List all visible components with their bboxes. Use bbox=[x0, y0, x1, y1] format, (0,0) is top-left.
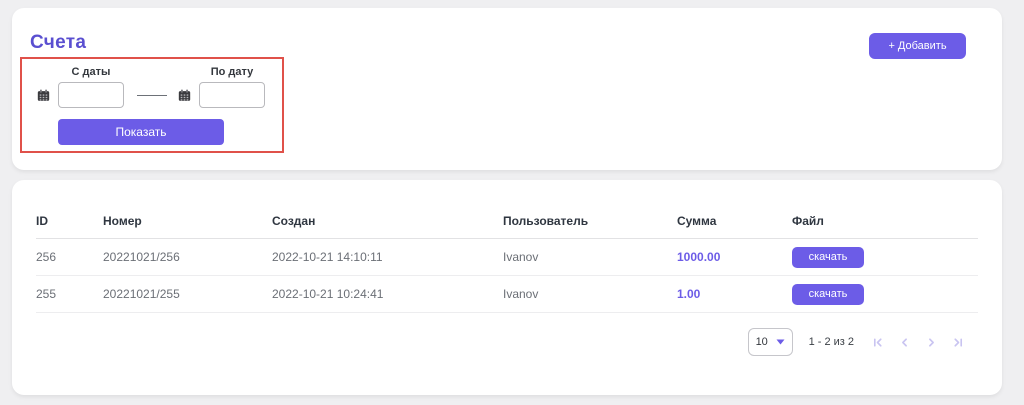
cell-created: 2022-10-21 10:24:41 bbox=[272, 276, 503, 313]
cell-user: Ivanov bbox=[503, 276, 677, 313]
pagination-range-text: 1 - 2 из 2 bbox=[809, 336, 854, 348]
column-header-amount: Сумма bbox=[677, 208, 792, 239]
download-button[interactable]: скачать bbox=[792, 284, 864, 305]
table-header-row: ID Номер Создан Пользователь Сумма Файл bbox=[36, 208, 978, 239]
date-from-label: С даты bbox=[58, 66, 124, 78]
cell-amount: 1000.00 bbox=[677, 239, 792, 276]
column-header-number: Номер bbox=[103, 208, 272, 239]
page-size-value: 10 bbox=[756, 336, 768, 348]
date-from-input[interactable] bbox=[58, 82, 124, 108]
invoices-header-card: Счета + Добавить С даты По дату bbox=[12, 8, 1002, 170]
date-to-input[interactable] bbox=[199, 82, 265, 108]
table-row: 256 20221021/256 2022-10-21 14:10:11 Iva… bbox=[36, 239, 978, 276]
show-button[interactable]: Показать bbox=[58, 119, 224, 145]
page-title: Счета bbox=[30, 32, 86, 54]
invoices-table: ID Номер Создан Пользователь Сумма Файл … bbox=[12, 180, 1002, 313]
pagination: 10 1 - 2 из 2 bbox=[748, 328, 972, 356]
cell-id: 255 bbox=[36, 276, 103, 313]
cell-created: 2022-10-21 14:10:11 bbox=[272, 239, 503, 276]
last-page-icon[interactable] bbox=[945, 330, 972, 354]
first-page-icon[interactable] bbox=[864, 330, 891, 354]
calendar-icon[interactable] bbox=[37, 89, 50, 102]
column-header-id: ID bbox=[36, 208, 103, 239]
cell-number: 20221021/255 bbox=[103, 276, 272, 313]
cell-amount: 1.00 bbox=[677, 276, 792, 313]
cell-id: 256 bbox=[36, 239, 103, 276]
invoices-table-card: ID Номер Создан Пользователь Сумма Файл … bbox=[12, 180, 1002, 395]
add-invoice-button[interactable]: + Добавить bbox=[869, 33, 966, 59]
date-range-dash bbox=[137, 95, 167, 96]
table-row: 255 20221021/255 2022-10-21 10:24:41 Iva… bbox=[36, 276, 978, 313]
previous-page-icon[interactable] bbox=[891, 330, 918, 354]
date-filter-highlight-box: С даты По дату Показать bbox=[20, 57, 284, 153]
cell-user: Ivanov bbox=[503, 239, 677, 276]
column-header-file: Файл bbox=[792, 208, 978, 239]
column-header-user: Пользователь bbox=[503, 208, 677, 239]
date-to-label: По дату bbox=[199, 66, 265, 78]
download-button[interactable]: скачать bbox=[792, 247, 864, 268]
column-header-created: Создан bbox=[272, 208, 503, 239]
next-page-icon[interactable] bbox=[918, 330, 945, 354]
cell-file: скачать bbox=[792, 276, 978, 313]
cell-number: 20221021/256 bbox=[103, 239, 272, 276]
cell-file: скачать bbox=[792, 239, 978, 276]
chevron-down-icon bbox=[776, 339, 785, 345]
page-size-select[interactable]: 10 bbox=[748, 328, 793, 356]
calendar-icon[interactable] bbox=[178, 89, 191, 102]
